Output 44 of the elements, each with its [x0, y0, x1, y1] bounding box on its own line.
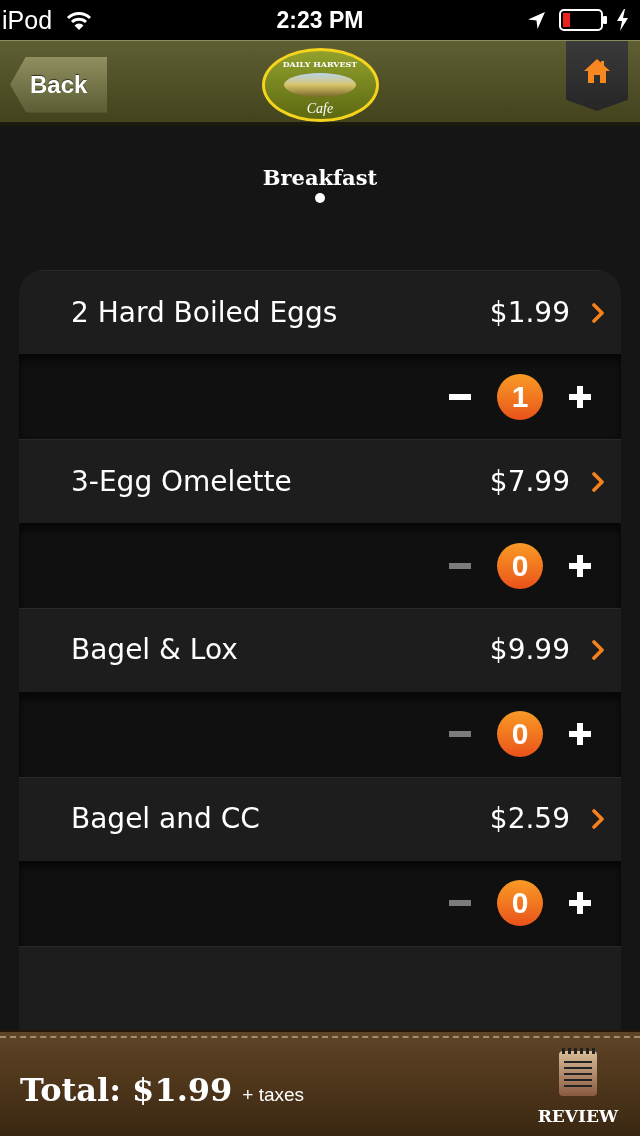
location-arrow-icon: [528, 11, 545, 29]
chevron-icon: [592, 302, 604, 323]
increase-button[interactable]: [569, 385, 591, 408]
charging-bolt-icon: [617, 9, 628, 31]
menu-item-row[interactable]: Bagel and CC $2.59: [19, 776, 621, 862]
category-title: Breakfast: [262, 164, 378, 192]
carrier-name: iPod: [2, 5, 53, 35]
quantity-badge: 0: [497, 542, 543, 589]
chevron-icon: [592, 640, 604, 661]
item-price: $2.59: [489, 801, 570, 838]
battery-icon: [559, 9, 607, 31]
plus-icon: [569, 892, 591, 915]
chevron-icon: [592, 471, 604, 492]
item-name: Bagel & Lox: [71, 632, 238, 669]
notepad-icon: [558, 1048, 597, 1096]
item-price: $1.99: [489, 294, 570, 331]
wifi-icon: [66, 10, 93, 30]
quantity-badge: 0: [497, 880, 543, 927]
home-icon: [584, 59, 610, 83]
quantity-badge: 1: [497, 373, 543, 420]
menu-item-row[interactable]: 2 Hard Boiled Eggs $1.99: [19, 270, 621, 355]
increase-button[interactable]: [569, 554, 591, 577]
review-button[interactable]: REVIEW: [537, 1048, 618, 1126]
menu-item-row[interactable]: 3-Egg Omelette $7.99: [19, 438, 621, 524]
logo-text: DAILY HARVEST: [282, 60, 358, 68]
item-price: $9.99: [489, 632, 570, 669]
item-name: 2 Hard Boiled Eggs: [71, 294, 338, 331]
menu-item-row[interactable]: Bagel & Lox $9.99: [19, 607, 621, 693]
status-time: 2:23 PM: [276, 6, 364, 35]
home-button[interactable]: [566, 41, 628, 111]
plus-icon: [569, 554, 591, 577]
plus-icon: [569, 723, 591, 746]
logo-text: Cafe: [306, 102, 334, 116]
increase-button[interactable]: [569, 892, 591, 915]
increase-button[interactable]: [569, 723, 591, 746]
back-button[interactable]: Back: [10, 56, 107, 113]
order-total: Total: $1.99: [20, 1070, 233, 1110]
item-name: Bagel and CC: [71, 801, 260, 838]
taxes-note: + taxes: [242, 1083, 305, 1107]
plus-icon: [569, 385, 591, 408]
item-price: $7.99: [489, 463, 570, 500]
quantity-badge: 0: [497, 711, 543, 758]
item-name: 3-Egg Omelette: [71, 463, 292, 500]
chevron-icon: [592, 809, 604, 830]
